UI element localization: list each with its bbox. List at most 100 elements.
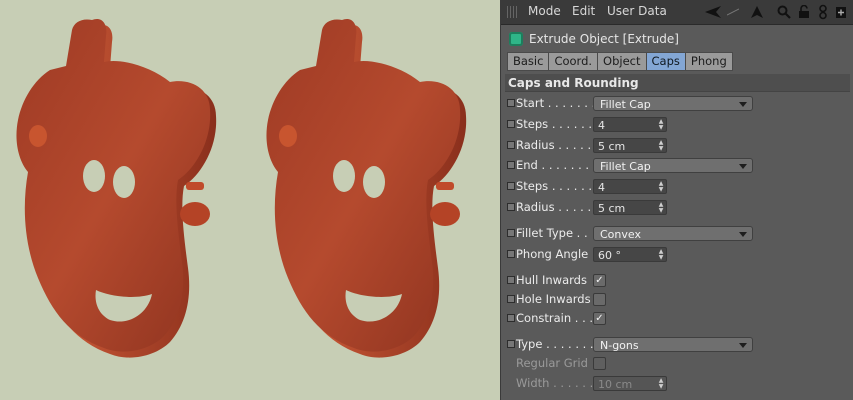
end-radius-value: 5 cm: [598, 201, 626, 215]
fillet-type-value: Convex: [600, 227, 641, 241]
hull-inwards-row: Hull Inwards ✓: [507, 271, 606, 289]
link-icon[interactable]: [817, 2, 829, 22]
spinner-icon[interactable]: ▲ ▼: [658, 139, 664, 152]
animate-dot[interactable]: [507, 182, 515, 190]
start-label: Start . . . . . . .: [516, 96, 596, 110]
type-label: Type . . . . . . . .: [516, 337, 601, 351]
menu-mode[interactable]: Mode: [528, 4, 561, 18]
end-steps-row: Steps . . . . . . . 4 ▲ ▼: [507, 177, 667, 195]
type-value: N-gons: [600, 338, 639, 352]
viewport-render: [16, 18, 467, 358]
extruded-model-left[interactable]: [16, 18, 217, 358]
divider-line-icon: [727, 2, 739, 22]
back-arrow-icon[interactable]: [703, 2, 725, 22]
tab-coord[interactable]: Coord.: [548, 52, 598, 71]
extruded-model-right[interactable]: [266, 18, 467, 358]
tab-caps[interactable]: Caps: [645, 52, 685, 71]
fillet-type-row: Fillet Type . . Convex: [507, 224, 753, 242]
end-steps-label: Steps . . . . . . .: [516, 179, 600, 193]
constrain-label: Constrain . . .: [516, 311, 594, 325]
end-label: End . . . . . . . .: [516, 158, 597, 172]
width-value: 10 cm: [598, 377, 633, 391]
width-row: Width . . . . . . 10 cm ▲ ▼: [507, 374, 667, 392]
end-steps-input[interactable]: 4 ▲ ▼: [593, 178, 667, 194]
search-icon[interactable]: [776, 2, 792, 22]
lock-icon[interactable]: [797, 2, 811, 22]
radius-label: Radius . . . . . .: [516, 138, 599, 152]
regular-grid-row: Regular Grid: [507, 354, 606, 372]
fillet-type-dropdown[interactable]: Convex: [593, 225, 753, 241]
animate-dot[interactable]: [507, 276, 515, 284]
chevron-down-icon: [739, 342, 747, 348]
steps-value: 4: [598, 118, 605, 132]
spinner-icon[interactable]: ▲ ▼: [658, 118, 664, 131]
end-dropdown[interactable]: Fillet Cap: [593, 157, 753, 173]
end-value: Fillet Cap: [600, 159, 651, 173]
chevron-down-icon: [739, 163, 747, 169]
radius-value: 5 cm: [598, 139, 626, 153]
end-radius-input[interactable]: 5 cm ▲ ▼: [593, 199, 667, 215]
type-dropdown[interactable]: N-gons: [593, 336, 753, 352]
up-arrow-icon[interactable]: [749, 2, 765, 22]
menu-bar: Mode Edit User Data: [501, 0, 853, 25]
radius-input[interactable]: 5 cm ▲ ▼: [593, 137, 667, 153]
animate-dot[interactable]: [507, 161, 515, 169]
hole-inwards-label: Hole Inwards: [516, 292, 591, 306]
chevron-down-icon: [739, 231, 747, 237]
tab-phong[interactable]: Phong: [684, 52, 733, 71]
object-title: Extrude Object [Extrude]: [509, 30, 679, 48]
constrain-checkbox[interactable]: ✓: [593, 311, 606, 325]
animate-dot[interactable]: [507, 141, 515, 149]
panel-grip-handle[interactable]: [507, 6, 519, 18]
tab-basic[interactable]: Basic: [507, 52, 549, 71]
spinner-icon[interactable]: ▲ ▼: [658, 180, 664, 193]
hole-inwards-checkbox[interactable]: [593, 292, 606, 306]
steps-input[interactable]: 4 ▲ ▼: [593, 116, 667, 132]
spinner-icon[interactable]: ▲ ▼: [658, 248, 664, 261]
object-title-text: Extrude Object [Extrude]: [529, 32, 679, 46]
radius-row: Radius . . . . . . 5 cm ▲ ▼: [507, 136, 667, 154]
width-label: Width . . . . . .: [516, 376, 594, 390]
animate-dot[interactable]: [507, 314, 515, 322]
end-row: End . . . . . . . . Fillet Cap: [507, 156, 753, 174]
animate-dot[interactable]: [507, 120, 515, 128]
steps-row: Steps . . . . . . . 4 ▲ ▼: [507, 115, 667, 133]
type-row: Type . . . . . . . . N-gons: [507, 335, 753, 353]
animate-dot[interactable]: [507, 229, 515, 237]
regular-grid-checkbox[interactable]: [593, 356, 606, 370]
animate-dot[interactable]: [507, 250, 515, 258]
fillet-type-label: Fillet Type . .: [516, 226, 588, 240]
menu-user-data[interactable]: User Data: [607, 4, 667, 18]
constrain-row: Constrain . . . ✓: [507, 309, 606, 327]
tab-bar: Basic Coord. Object Caps Phong: [507, 52, 733, 71]
spinner-icon[interactable]: ▲ ▼: [658, 377, 664, 390]
steps-label: Steps . . . . . . .: [516, 117, 600, 131]
width-input[interactable]: 10 cm ▲ ▼: [593, 375, 667, 391]
extrude-object-icon: [509, 32, 523, 46]
animate-dot[interactable]: [507, 340, 515, 348]
chevron-down-icon: [739, 101, 747, 107]
tab-object[interactable]: Object: [597, 52, 646, 71]
start-dropdown[interactable]: Fillet Cap: [593, 95, 753, 111]
hull-inwards-label: Hull Inwards: [516, 273, 587, 287]
animate-dot[interactable]: [507, 203, 515, 211]
phong-angle-row: Phong Angle 60 ° ▲ ▼: [507, 245, 667, 263]
spinner-icon[interactable]: ▲ ▼: [658, 201, 664, 214]
phong-angle-label: Phong Angle: [516, 247, 589, 261]
section-title: Caps and Rounding: [505, 74, 850, 92]
phong-angle-input[interactable]: 60 ° ▲ ▼: [593, 246, 667, 262]
hull-inwards-checkbox[interactable]: ✓: [593, 273, 606, 287]
hole-inwards-row: Hole Inwards: [507, 290, 606, 308]
regular-grid-label: Regular Grid: [516, 356, 588, 370]
end-steps-value: 4: [598, 180, 605, 194]
3d-viewport[interactable]: [0, 0, 500, 400]
start-row: Start . . . . . . . Fillet Cap: [507, 94, 753, 112]
menu-edit[interactable]: Edit: [572, 4, 595, 18]
animate-dot[interactable]: [507, 99, 515, 107]
phong-angle-value: 60 °: [598, 248, 621, 262]
end-radius-row: Radius . . . . . . 5 cm ▲ ▼: [507, 198, 667, 216]
end-radius-label: Radius . . . . . .: [516, 200, 599, 214]
attribute-manager-panel: Mode Edit User Data Extrude Object [Extr…: [500, 0, 853, 400]
new-panel-icon[interactable]: [834, 2, 848, 22]
animate-dot[interactable]: [507, 295, 515, 303]
